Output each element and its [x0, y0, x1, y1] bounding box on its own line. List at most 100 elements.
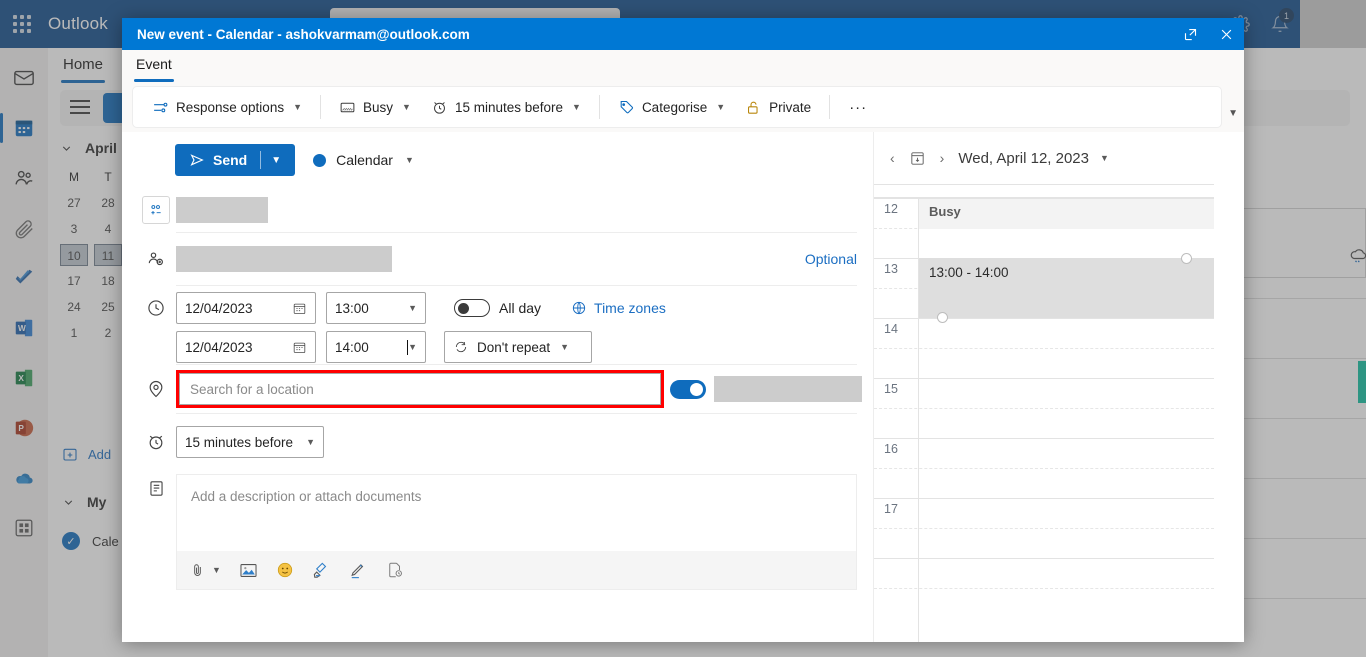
document-clock-button[interactable]: [386, 561, 404, 579]
attendees-input[interactable]: [176, 246, 392, 272]
chevron-down-icon[interactable]: ▼: [405, 155, 414, 165]
optional-attendees-link[interactable]: Optional: [805, 251, 857, 267]
tab-event-indicator: [134, 79, 174, 82]
reminder-clock-icon: [433, 101, 445, 114]
preview-date-selector[interactable]: Wed, April 12, 2023 ▼: [958, 150, 1109, 167]
send-row: Send ▼ Calendar ▼: [122, 132, 873, 188]
resize-handle-bottom[interactable]: [937, 312, 948, 323]
highlighter-icon: [313, 562, 327, 578]
hour-label: 15: [884, 382, 898, 396]
ribbon-categorise[interactable]: Categorise ▼: [609, 94, 734, 121]
preview-date-label: Wed, April 12, 2023: [958, 149, 1089, 167]
send-label: Send: [213, 152, 248, 168]
all-day-toggle[interactable]: [454, 299, 490, 317]
ribbon-separator: [320, 95, 321, 119]
ribbon-overflow-button[interactable]: ···: [839, 94, 877, 121]
start-time-value: 13:00: [335, 300, 369, 316]
hour-label: 14: [884, 322, 898, 336]
repeat-selector[interactable]: Don't repeat ▼: [444, 331, 592, 363]
description-icon: [149, 480, 163, 496]
time-zones-button[interactable]: Time zones: [571, 300, 666, 316]
location-placeholder: Search for a location: [190, 381, 314, 397]
hour-row[interactable]: 15: [874, 378, 1214, 438]
repeat-label: Don't repeat: [477, 339, 551, 355]
attach-button[interactable]: ▼: [189, 562, 221, 579]
location-icon-wrapper: [136, 379, 176, 399]
repeat-icon: [455, 341, 467, 353]
signature-pen-icon: [351, 563, 364, 578]
busy-event-block[interactable]: Busy: [919, 199, 1214, 229]
send-dropdown-icon[interactable]: ▼: [261, 155, 291, 166]
ribbon-label: Private: [769, 99, 812, 115]
end-date-value: 12/04/2023: [185, 339, 253, 355]
reminder-icon-wrapper: [136, 432, 176, 452]
add-title-icon[interactable]: [142, 196, 170, 224]
chevron-down-icon[interactable]: ▼: [572, 102, 581, 112]
ribbon-private[interactable]: Private: [736, 94, 820, 121]
hour-row[interactable]: [874, 558, 1214, 618]
popout-icon[interactable]: [1172, 18, 1208, 50]
next-day-icon[interactable]: ›: [940, 150, 945, 166]
ribbon-busy[interactable]: Busy ▼: [330, 94, 420, 121]
emoji-icon: [277, 562, 293, 578]
chevron-down-icon[interactable]: ▼: [408, 303, 417, 313]
clock-icon: [148, 300, 164, 316]
teams-meeting-label: [714, 376, 862, 402]
all-day-strip[interactable]: [874, 184, 1214, 198]
description-icon-wrapper: [136, 474, 176, 502]
busy-icon: [340, 102, 355, 112]
start-time-input[interactable]: 13:00 ▼: [326, 292, 426, 324]
event-title-input[interactable]: [176, 197, 268, 223]
start-date-input[interactable]: 12/04/2023: [176, 292, 316, 324]
selected-event-block[interactable]: 13:00 - 14:00: [919, 253, 1214, 323]
chevron-down-icon[interactable]: ▼: [212, 565, 221, 575]
all-day-label: All day: [499, 300, 542, 316]
chevron-down-icon[interactable]: ▼: [408, 342, 417, 352]
event-ribbon: Response options ▼ Busy ▼ 15 minutes bef…: [132, 86, 1222, 128]
end-time-input[interactable]: 14:00 ▼: [326, 331, 426, 363]
today-icon[interactable]: [909, 150, 926, 167]
preview-grid: 12 13 14 15 16 17 Busy 13:00 - 14:00: [874, 184, 1214, 642]
attach-icon: [194, 563, 201, 576]
insert-picture-icon: [240, 563, 257, 577]
reminder-selector[interactable]: 15 minutes before ▼: [176, 426, 324, 458]
hour-label: 13: [884, 262, 898, 276]
send-button[interactable]: Send ▼: [175, 144, 296, 176]
chevron-down-icon[interactable]: ▼: [560, 342, 569, 352]
ribbon-label: Response options: [176, 99, 285, 115]
document-clock-icon: [389, 562, 402, 578]
end-date-input[interactable]: 12/04/2023: [176, 331, 316, 363]
chevron-down-icon[interactable]: ▼: [1100, 153, 1109, 163]
hour-row[interactable]: 16: [874, 438, 1214, 498]
preview-header: ‹ › Wed, April 12, 2023 ▼: [874, 132, 1244, 184]
calendar-color-dot: [313, 153, 327, 167]
resize-handle-top[interactable]: [1181, 253, 1192, 264]
dialog-title-bar: New event - Calendar - ashokvarmam@outlo…: [122, 18, 1244, 50]
previous-day-icon[interactable]: ‹: [890, 150, 895, 166]
highlighter-button[interactable]: [312, 561, 331, 580]
hour-row[interactable]: 17: [874, 498, 1214, 558]
reminder-row: 15 minutes before ▼: [122, 414, 873, 470]
chevron-down-icon[interactable]: ▼: [716, 102, 725, 112]
chevron-down-icon[interactable]: ▼: [402, 102, 411, 112]
tab-event[interactable]: Event: [136, 56, 172, 72]
ribbon-label: Categorise: [641, 99, 708, 115]
dialog-tab-strip: Event: [122, 50, 1244, 84]
location-input[interactable]: Search for a location: [179, 373, 661, 405]
reminder-label: 15 minutes before: [185, 434, 294, 450]
selected-event-label: 13:00 - 14:00: [929, 265, 1009, 280]
teams-meeting-toggle[interactable]: [670, 379, 706, 399]
chevron-down-icon[interactable]: ▼: [293, 102, 302, 112]
ribbon-expand-icon[interactable]: ▼: [1228, 108, 1238, 119]
ribbon-reminder[interactable]: 15 minutes before ▼: [422, 94, 590, 121]
chevron-down-icon[interactable]: ▼: [306, 437, 315, 447]
ribbon-response-options[interactable]: Response options ▼: [143, 94, 311, 121]
event-form: Send ▼ Calendar ▼ Optional 12/04/2023 13…: [122, 132, 874, 642]
close-icon[interactable]: [1208, 18, 1244, 50]
calendar-selector[interactable]: Calendar ▼: [313, 152, 414, 168]
datetime-row: 12/04/2023 13:00 ▼ All day Time zones 12…: [122, 286, 873, 364]
insert-picture-button[interactable]: [239, 562, 258, 579]
signature-button[interactable]: [349, 561, 368, 580]
emoji-button[interactable]: [276, 561, 294, 579]
hour-row[interactable]: 14: [874, 318, 1214, 378]
